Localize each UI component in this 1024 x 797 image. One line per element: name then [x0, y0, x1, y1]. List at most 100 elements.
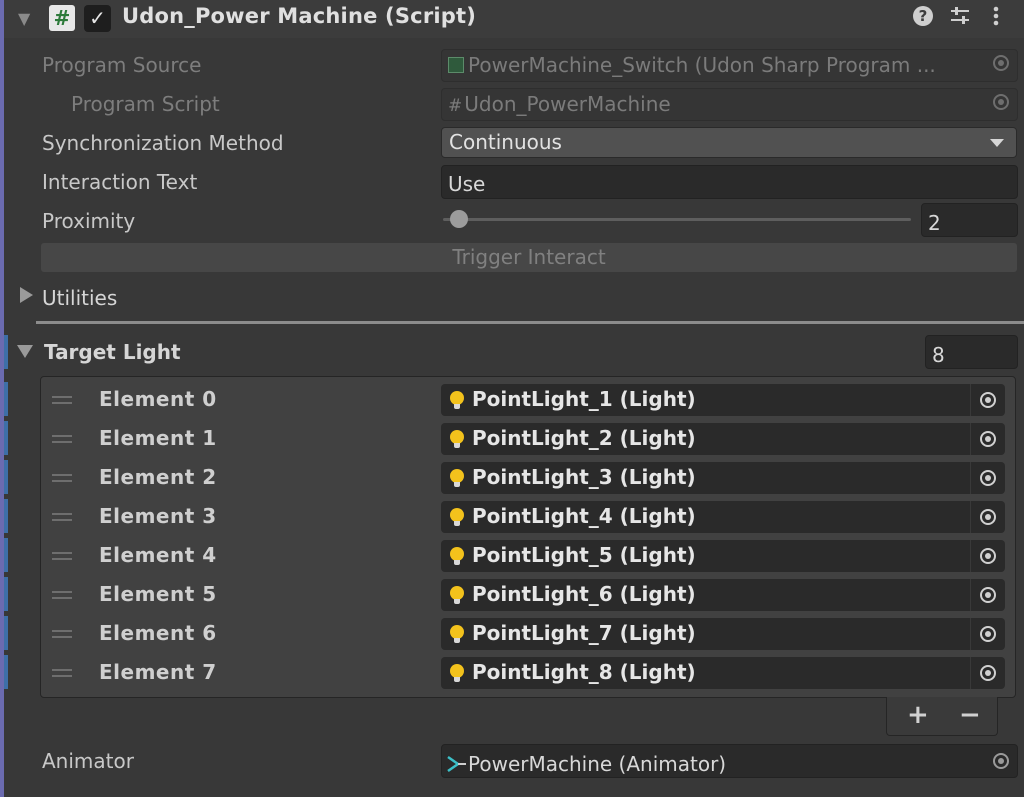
interaction-text-label: Interaction Text [42, 170, 198, 194]
row-indicator [4, 577, 8, 611]
animator-value: PowerMachine (Animator) [468, 752, 727, 776]
light-object-field[interactable]: PointLight_6 (Light) [441, 579, 1005, 611]
object-picker-button[interactable] [970, 657, 1005, 689]
object-picker-icon[interactable] [980, 431, 996, 447]
light-object-value: PointLight_4 (Light) [472, 504, 696, 528]
script-hash-icon: # [448, 96, 463, 116]
light-bulb-icon [450, 430, 464, 448]
sync-method-label: Synchronization Method [42, 131, 284, 155]
animator-label: Animator [42, 749, 134, 773]
help-icon[interactable]: ? [912, 5, 934, 32]
enabled-checkbox[interactable]: ✓ [84, 5, 111, 32]
light-bulb-icon [450, 508, 464, 526]
proximity-input[interactable]: 2 [921, 203, 1018, 237]
object-picker-icon[interactable] [980, 470, 996, 486]
animator-field[interactable]: PowerMachine (Animator) [441, 744, 1018, 778]
light-bulb-icon [450, 391, 464, 409]
object-picker-button[interactable] [970, 579, 1005, 611]
row-indicator [4, 616, 8, 650]
component-title: Udon_Power Machine (Script) [122, 4, 477, 28]
remove-element-button[interactable]: − [959, 700, 981, 730]
drag-handle-icon[interactable] [52, 474, 72, 482]
light-object-field[interactable]: PointLight_7 (Light) [441, 618, 1005, 650]
proximity-label: Proximity [42, 209, 136, 233]
drag-handle-icon[interactable] [52, 669, 72, 677]
udon-asset-icon [448, 57, 464, 73]
proximity-slider-thumb[interactable] [450, 210, 468, 228]
light-bulb-icon [450, 664, 464, 682]
chevron-down-icon [990, 139, 1004, 147]
object-picker-button[interactable] [970, 540, 1005, 572]
animator-icon [447, 755, 466, 773]
light-object-field[interactable]: PointLight_2 (Light) [441, 423, 1005, 455]
array-size-input[interactable]: 8 [925, 335, 1018, 369]
light-bulb-icon [450, 625, 464, 643]
trigger-interact-button[interactable]: Trigger Interact [41, 243, 1017, 272]
light-object-value: PointLight_6 (Light) [472, 582, 696, 606]
drag-handle-icon[interactable] [52, 435, 72, 443]
settings-sliders-icon[interactable] [949, 5, 971, 32]
more-vert-icon[interactable] [992, 5, 1000, 32]
svg-text:?: ? [919, 7, 928, 25]
object-picker-icon[interactable] [980, 626, 996, 642]
object-picker-icon[interactable] [993, 55, 1009, 71]
csharp-script-icon: # [49, 5, 75, 31]
element-label: Element 6 [99, 621, 217, 645]
object-picker-icon[interactable] [980, 665, 996, 681]
element-label: Element 4 [99, 543, 217, 567]
row-indicator [4, 538, 8, 572]
object-picker-button[interactable] [970, 384, 1005, 416]
row-indicator [4, 460, 8, 494]
program-script-label: Program Script [71, 92, 220, 116]
object-picker-button[interactable] [970, 618, 1005, 650]
list-footer: + − [886, 697, 998, 736]
element-label: Element 7 [99, 660, 217, 684]
light-object-value: PointLight_2 (Light) [472, 426, 696, 450]
fold-arrow-icon[interactable]: ▼ [18, 9, 30, 28]
object-picker-button[interactable] [970, 501, 1005, 533]
utilities-foldout[interactable]: Utilities [42, 286, 117, 310]
drag-handle-icon[interactable] [52, 513, 72, 521]
drag-handle-icon[interactable] [52, 396, 72, 404]
object-picker-icon[interactable] [993, 753, 1009, 769]
object-picker-icon[interactable] [980, 548, 996, 564]
light-object-value: PointLight_7 (Light) [472, 621, 696, 645]
add-element-button[interactable]: + [907, 700, 929, 730]
object-picker-icon[interactable] [980, 587, 996, 603]
light-object-value: PointLight_5 (Light) [472, 543, 696, 567]
program-source-value: PowerMachine_Switch (Udon Sharp Program … [468, 53, 936, 77]
element-label: Element 5 [99, 582, 217, 606]
object-picker-icon[interactable] [980, 392, 996, 408]
target-light-label[interactable]: Target Light [44, 340, 181, 364]
fold-right-icon[interactable] [20, 287, 33, 303]
row-indicator [4, 421, 8, 455]
row-indicator [4, 382, 8, 416]
object-picker-button[interactable] [970, 423, 1005, 455]
component-header[interactable]: ▼ # ✓ Udon_Power Machine (Script) ? [4, 0, 1024, 38]
element-label: Element 1 [99, 426, 217, 450]
drag-handle-icon[interactable] [52, 630, 72, 638]
light-bulb-icon [450, 547, 464, 565]
row-indicator [4, 499, 8, 533]
object-picker-icon[interactable] [980, 509, 996, 525]
light-object-field[interactable]: PointLight_8 (Light) [441, 657, 1005, 689]
program-script-value: Udon_PowerMachine [464, 92, 671, 116]
object-picker-button[interactable] [970, 462, 1005, 494]
drag-handle-icon[interactable] [52, 591, 72, 599]
light-object-field[interactable]: PointLight_5 (Light) [441, 540, 1005, 572]
interaction-text-input[interactable]: Use [441, 165, 1018, 199]
program-source-field[interactable]: PowerMachine_Switch (Udon Sharp Program … [441, 49, 1018, 82]
light-object-field[interactable]: PointLight_3 (Light) [441, 462, 1005, 494]
light-bulb-icon [450, 586, 464, 604]
sync-method-dropdown[interactable]: Continuous [441, 127, 1017, 158]
light-object-value: PointLight_1 (Light) [472, 387, 696, 411]
light-object-field[interactable]: PointLight_1 (Light) [441, 384, 1005, 416]
object-picker-icon[interactable] [993, 94, 1009, 110]
fold-down-icon[interactable] [17, 345, 33, 358]
element-label: Element 0 [99, 387, 217, 411]
light-object-field[interactable]: PointLight_4 (Light) [441, 501, 1005, 533]
proximity-slider-track[interactable] [443, 218, 911, 221]
drag-handle-icon[interactable] [52, 552, 72, 560]
program-source-label: Program Source [42, 53, 202, 77]
program-script-field[interactable]: # Udon_PowerMachine [441, 88, 1018, 121]
